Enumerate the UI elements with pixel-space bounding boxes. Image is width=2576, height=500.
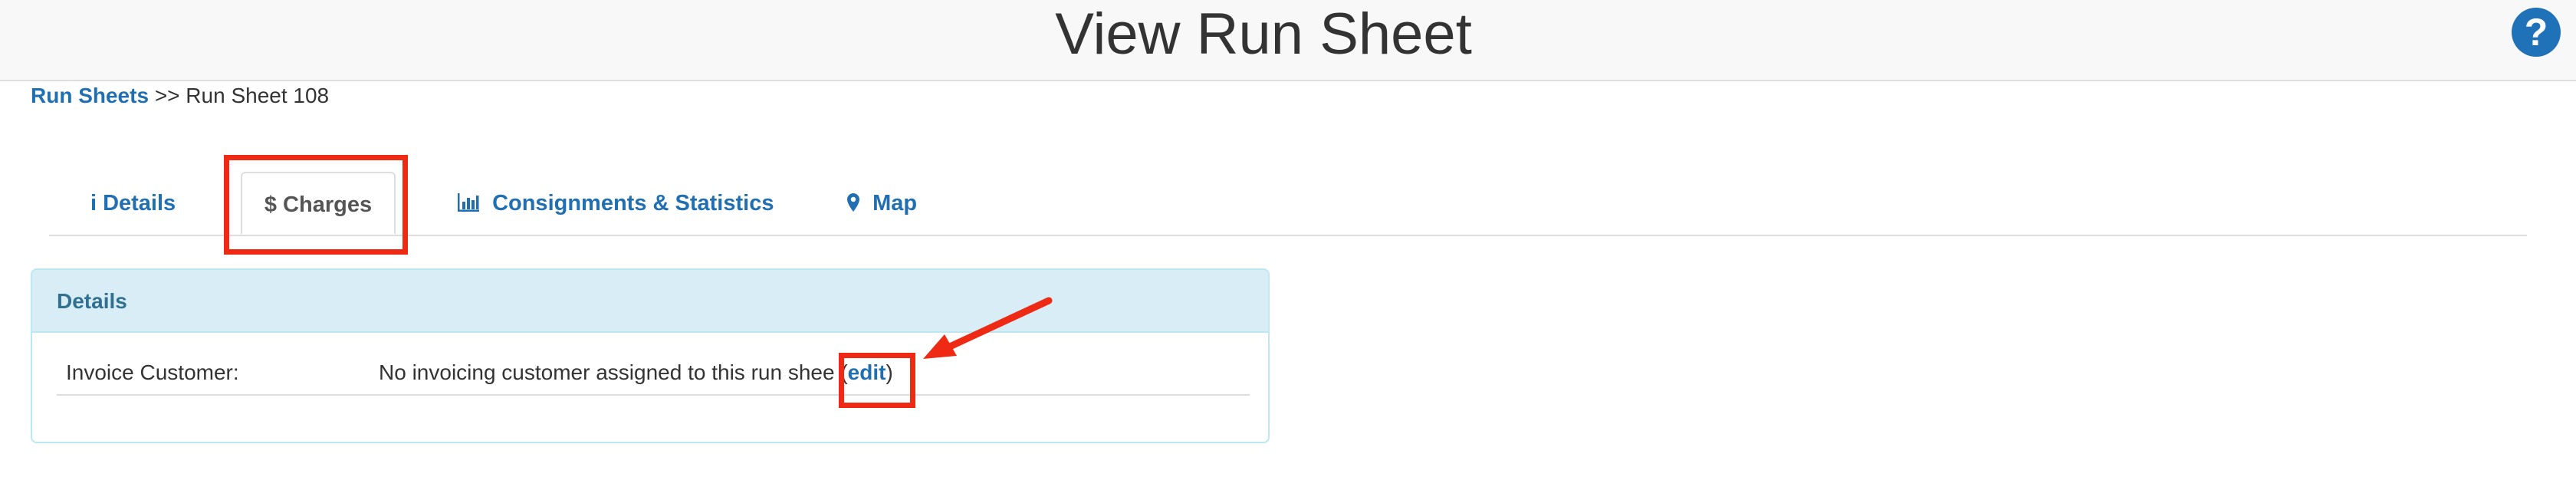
edit-invoice-customer-link[interactable]: edit [848,360,886,384]
bar-chart-icon [457,191,486,215]
top-header-bar: View Run Sheet ? [0,0,2576,81]
paren-close: ) [886,360,893,384]
annotation-arrow-icon [923,297,1053,359]
invoice-customer-row: Invoice Customer: No invoicing customer … [57,357,1250,396]
invoice-customer-value: No invoicing customer assigned to this r… [379,357,893,388]
breadcrumb-run-sheets-link[interactable]: Run Sheets [31,84,149,107]
breadcrumb-separator: >> [154,84,180,107]
tab-charges[interactable]: $ Charges [241,172,396,235]
info-icon: i [90,191,97,215]
page-title: View Run Sheet [1055,2,1472,67]
tab-charges-label: Charges [283,192,373,217]
tab-bar: i Details $ Charges Consignments & Statist… [49,167,2527,236]
invoice-customer-text: No invoicing customer assigned to this r… [379,360,835,384]
details-panel-heading: Details [32,270,1268,333]
tab-consignments-label: Consignments & Statistics [492,191,774,215]
invoice-customer-label: Invoice Customer: [66,360,239,384]
tab-map-label: Map [872,191,918,215]
tab-details-label: Details [103,191,176,215]
dollar-icon: $ [264,192,278,217]
paren-open: ( [840,360,848,384]
details-panel: Details Invoice Customer: No invoicing c… [31,268,1270,443]
tab-details[interactable]: i Details [90,172,176,235]
tab-map[interactable]: Map [846,172,917,235]
breadcrumb: Run Sheets >> Run Sheet 108 [31,83,329,109]
help-button[interactable]: ? [2512,8,2561,57]
tab-consignments-statistics[interactable]: Consignments & Statistics [457,172,774,235]
breadcrumb-current: Run Sheet 108 [186,84,330,107]
map-marker-icon [846,191,866,215]
